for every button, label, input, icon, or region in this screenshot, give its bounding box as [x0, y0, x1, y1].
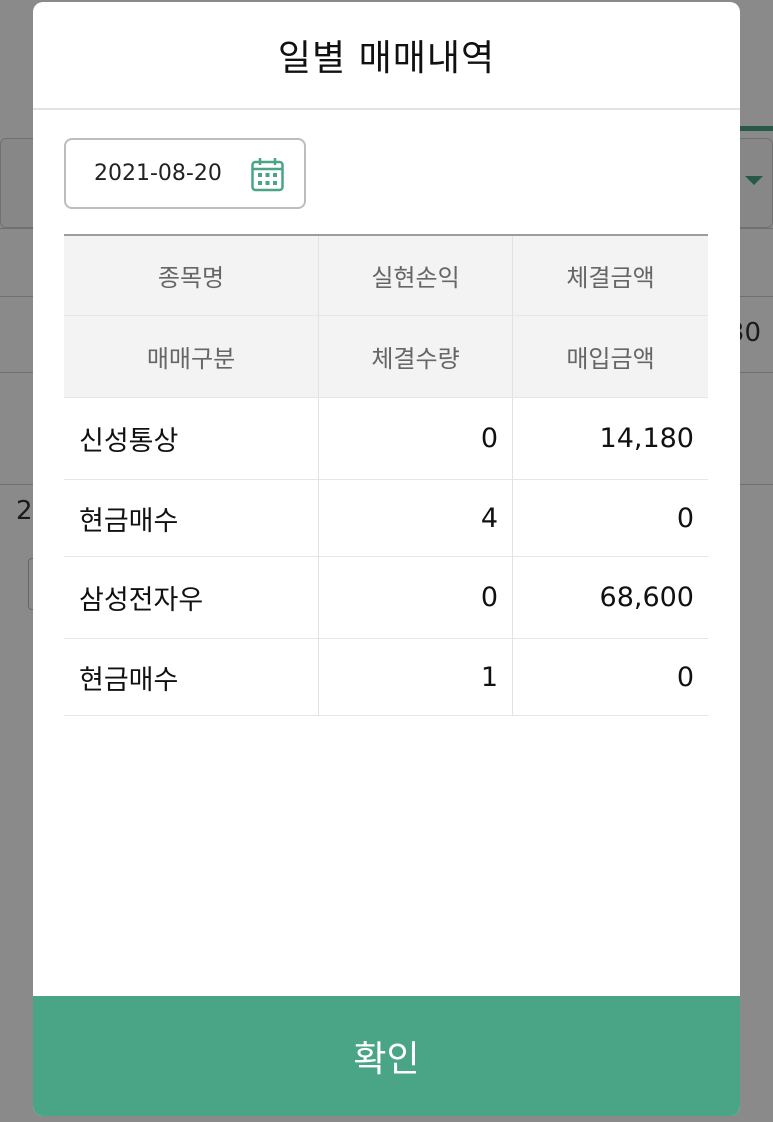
modal-title: 일별 매매내역 — [277, 38, 496, 79]
daily-trade-history-modal: 일별 매매내역 2021-08-20 종목명 실현손익 체결금액 매매구분 체결… — [33, 2, 740, 1116]
table-header-row: 종목명 실현손익 체결금액 — [64, 236, 708, 316]
stock-name-cell: 신성통상 — [64, 398, 319, 480]
executed-quantity-cell: 4 — [319, 480, 513, 557]
column-header-executed-quantity: 체결수량 — [319, 316, 513, 398]
modal-header: 일별 매매내역 — [33, 2, 740, 110]
column-header-realized-pnl: 실현손익 — [319, 236, 513, 316]
executed-amount-cell: 68,600 — [513, 557, 708, 639]
executed-amount-cell: 14,180 — [513, 398, 708, 480]
date-value: 2021-08-20 — [94, 161, 222, 186]
trade-type-cell: 현금매수 — [64, 480, 319, 557]
date-picker[interactable]: 2021-08-20 — [64, 138, 306, 209]
table-row: 신성통상 0 14,180 — [64, 398, 708, 480]
executed-quantity-cell: 1 — [319, 639, 513, 716]
table-row: 현금매수 4 0 — [64, 480, 708, 557]
column-header-purchase-amount: 매입금액 — [513, 316, 708, 398]
column-header-trade-type: 매매구분 — [64, 316, 319, 398]
confirm-button[interactable]: 확인 — [33, 996, 740, 1116]
realized-pnl-cell: 0 — [319, 557, 513, 639]
trade-type-cell: 현금매수 — [64, 639, 319, 716]
table-header-row: 매매구분 체결수량 매입금액 — [64, 316, 708, 398]
purchase-amount-cell: 0 — [513, 480, 708, 557]
table-row: 삼성전자우 0 68,600 — [64, 557, 708, 639]
realized-pnl-cell: 0 — [319, 398, 513, 480]
column-header-stock-name: 종목명 — [64, 236, 319, 316]
purchase-amount-cell: 0 — [513, 639, 708, 716]
calendar-icon[interactable] — [251, 157, 284, 192]
table-row: 현금매수 1 0 — [64, 639, 708, 716]
trade-table: 종목명 실현손익 체결금액 매매구분 체결수량 매입금액 신성통상 0 14,1… — [64, 234, 708, 716]
column-header-executed-amount: 체결금액 — [513, 236, 708, 316]
stock-name-cell: 삼성전자우 — [64, 557, 319, 639]
